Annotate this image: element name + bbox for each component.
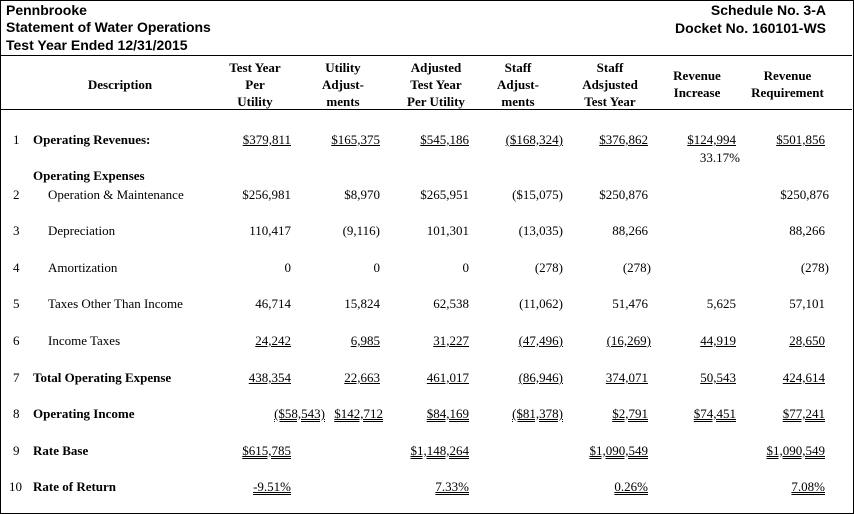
- row-number: 8: [13, 406, 20, 421]
- value-utility-adj: 0: [373, 260, 381, 275]
- test-year-period: Test Year Ended 12/31/2015: [6, 37, 188, 53]
- value-staff-adj: ($168,324): [505, 132, 563, 147]
- value-rev-requirement: 7.08%: [791, 479, 825, 494]
- value-rev-requirement: $77,241: [782, 406, 825, 421]
- row-label-taxes-other: Taxes Other Than Income: [48, 296, 183, 311]
- value-test-year: 24,242: [255, 333, 291, 348]
- value-adjusted: 7.33%: [435, 479, 469, 494]
- value-adjusted: $545,186: [420, 132, 469, 147]
- header-rule-top: [0, 55, 852, 56]
- value-rev-requirement: (278): [800, 260, 829, 275]
- schedule-number: Schedule No. 3-A: [710, 2, 826, 18]
- value-rev-increase: $124,994: [687, 132, 736, 147]
- row-label-amortization: Amortization: [48, 260, 118, 275]
- value-test-year: -9.51%: [253, 479, 291, 494]
- row-label-rate-base: Rate Base: [33, 443, 89, 458]
- value-staff-adj: ($15,075): [512, 187, 563, 202]
- row-label-operation-maintenance: Operation & Maintenance: [48, 187, 184, 202]
- value-test-year: ($58,543): [274, 406, 325, 421]
- value-utility-adj: $165,375: [331, 132, 380, 147]
- value-rev-requirement: $1,090,549: [766, 443, 826, 458]
- value-staff-adjusted: (278): [622, 260, 651, 275]
- row-label-depreciation: Depreciation: [48, 223, 116, 238]
- row-label-total-operating-expense: Total Operating Expense: [33, 370, 172, 385]
- value-rev-increase: $74,451: [693, 406, 736, 421]
- value-test-year: 438,354: [248, 370, 291, 385]
- col-description-header: Description: [87, 77, 153, 92]
- row-number: 3: [13, 223, 20, 238]
- value-adjusted: 62,538: [433, 296, 469, 311]
- col-adjusted-header: Adjusted Test Year Per Utility: [407, 60, 465, 109]
- row-label-operating-income: Operating Income: [33, 406, 135, 421]
- value-test-year: $379,811: [242, 132, 291, 147]
- value-staff-adj: (278): [534, 260, 563, 275]
- row-number: 10: [9, 479, 22, 494]
- value-staff-adjusted: 374,071: [605, 370, 648, 385]
- value-rev-increase: 5,625: [706, 296, 736, 311]
- col-rev-requirement-header: Revenue Requirement: [751, 68, 824, 100]
- value-test-year: 110,417: [249, 223, 291, 238]
- value-adjusted: 461,017: [426, 370, 469, 385]
- value-staff-adj: (11,062): [519, 296, 563, 311]
- value-test-year: 46,714: [255, 296, 291, 311]
- row-label-operating-revenues: Operating Revenues:: [33, 132, 151, 147]
- value-rev-increase: 44,919: [700, 333, 736, 348]
- value-rev-increase: 50,543: [700, 370, 736, 385]
- value-rev-requirement: 28,650: [789, 333, 825, 348]
- row-number: 4: [13, 260, 20, 275]
- row-number: 6: [13, 333, 20, 348]
- value-rev-requirement: $501,856: [776, 132, 825, 147]
- value-utility-adj: $8,970: [344, 187, 380, 202]
- docket-number: Docket No. 160101-WS: [675, 20, 826, 36]
- value-utility-adj: 15,824: [344, 296, 380, 311]
- value-staff-adjusted: $1,090,549: [589, 443, 649, 458]
- value-staff-adj: (47,496): [518, 333, 563, 348]
- row-number: 9: [13, 443, 20, 458]
- value-adjusted: $84,169: [426, 406, 469, 421]
- value-staff-adjusted: 51,476: [612, 296, 648, 311]
- row-number: 7: [13, 370, 20, 385]
- row-number: 1: [13, 132, 20, 147]
- value-adjusted: $265,951: [420, 187, 469, 202]
- row-number: 2: [13, 187, 20, 202]
- statement-title: Statement of Water Operations: [6, 19, 211, 35]
- value-rev-requirement: 57,101: [789, 296, 825, 311]
- col-utility-adj-header: Utility Adjust-ments: [322, 60, 364, 109]
- value-staff-adjusted: 88,266: [612, 223, 648, 238]
- value-adjusted: 0: [462, 260, 470, 275]
- value-staff-adj: (86,946): [518, 370, 563, 385]
- value-staff-adj: ($81,378): [512, 406, 563, 421]
- section-heading-operating-expenses: Operating Expenses: [33, 168, 145, 183]
- col-test-year-header: Test Year Per Utility: [229, 60, 281, 109]
- value-utility-adj: (9,116): [342, 223, 380, 238]
- value-staff-adjusted: $250,876: [599, 187, 648, 202]
- company-name: Pennbrooke: [6, 2, 87, 18]
- value-rev-requirement: $250,876: [780, 187, 829, 202]
- value-utility-adj: $142,712: [334, 406, 383, 421]
- value-test-year: 0: [284, 260, 292, 275]
- value-rev-requirement: 424,614: [782, 370, 825, 385]
- value-staff-adjusted: 0.26%: [614, 479, 648, 494]
- row-label-rate-of-return: Rate of Return: [33, 479, 117, 494]
- value-adjusted: 101,301: [426, 223, 469, 238]
- value-adjusted: $1,148,264: [410, 443, 470, 458]
- value-utility-adj: 22,663: [344, 370, 380, 385]
- col-rev-increase-header: Revenue Increase: [673, 68, 721, 100]
- revenue-increase-percent: 33.17%: [699, 150, 740, 165]
- value-adjusted: 31,227: [433, 333, 469, 348]
- value-staff-adjusted: $376,862: [599, 132, 648, 147]
- row-label-income-taxes: Income Taxes: [48, 333, 121, 348]
- value-utility-adj: 6,985: [350, 333, 380, 348]
- value-test-year: $615,785: [242, 443, 291, 458]
- value-staff-adjusted: (16,269): [606, 333, 651, 348]
- value-staff-adjusted: $2,791: [612, 406, 648, 421]
- row-number: 5: [13, 296, 20, 311]
- value-rev-requirement: 88,266: [789, 223, 825, 238]
- value-test-year: $256,981: [242, 187, 291, 202]
- col-staff-adjusted-header: Staff Adsjusted Test Year: [582, 60, 638, 109]
- value-staff-adj: (13,035): [518, 223, 563, 238]
- col-staff-adj-header: Staff Adjust-ments: [497, 60, 539, 109]
